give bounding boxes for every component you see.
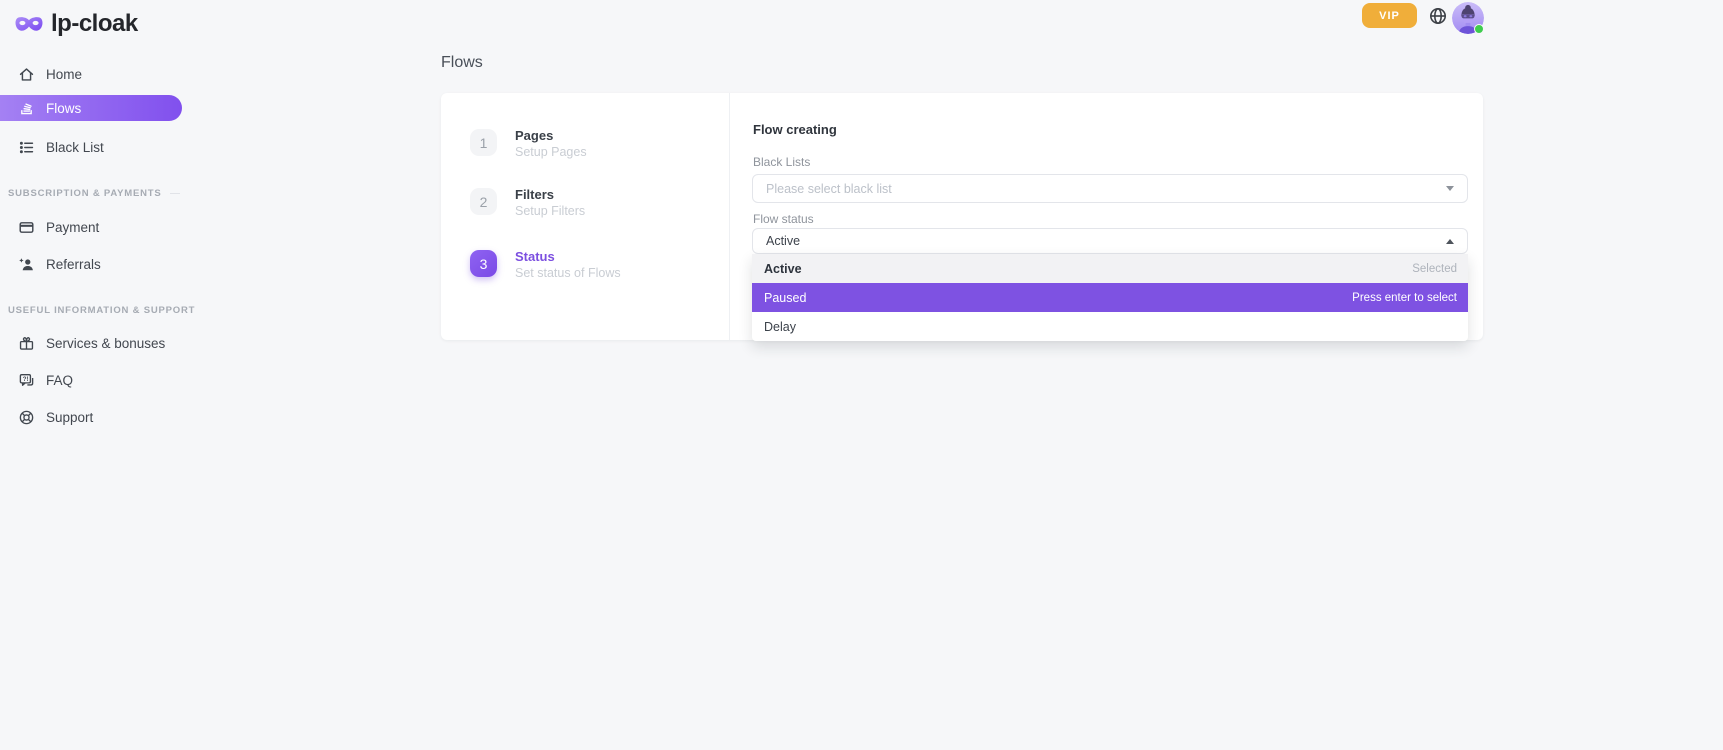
wizard-step-status[interactable]: 3 Status Set status of Flows (470, 250, 621, 280)
option-hint: Selected (1412, 263, 1457, 275)
black-lists-label: Black Lists (753, 155, 810, 169)
card-divider (729, 93, 730, 340)
svg-text:?!: ?! (23, 376, 29, 383)
sidebar-item-label: Referrals (46, 257, 101, 272)
vip-button[interactable]: VIP (1362, 3, 1417, 28)
option-label: Paused (764, 291, 1352, 305)
section-title: USEFUL INFORMATION & SUPPORT (8, 305, 195, 316)
home-icon (18, 66, 35, 83)
option-label: Delay (764, 320, 1457, 334)
option-delay[interactable]: Delay (752, 312, 1468, 341)
section-title: SUBSCRIPTION & PAYMENTS (8, 188, 162, 199)
step-title: Status (515, 249, 621, 264)
flow-status-select[interactable]: Active (752, 228, 1468, 254)
step-title: Pages (515, 128, 587, 143)
page-title: Flows (441, 54, 483, 72)
wizard-step-pages[interactable]: 1 Pages Setup Pages (470, 129, 587, 159)
sidebar-item-label: Payment (46, 220, 99, 235)
flow-status-value: Active (766, 234, 1446, 248)
gift-icon (18, 335, 35, 352)
flow-wizard-card: 1 Pages Setup Pages 2 Filters Setup Filt… (441, 93, 1483, 340)
sidebar-item-black-list[interactable]: Black List (0, 134, 200, 160)
sidebar-section-support: USEFUL INFORMATION & SUPPORT (8, 303, 180, 317)
lifebuoy-icon (18, 409, 35, 426)
step-number: 1 (470, 129, 497, 156)
sidebar-item-label: Black List (46, 140, 104, 155)
form-title: Flow creating (753, 122, 837, 137)
step-number: 3 (470, 250, 497, 277)
step-subtitle: Setup Pages (515, 145, 587, 159)
faq-icon: ?! (18, 372, 35, 389)
sidebar-item-services[interactable]: Services & bonuses (0, 330, 200, 356)
sidebar-item-label: Services & bonuses (46, 336, 165, 351)
flows-icon (18, 100, 35, 117)
mask-logo-icon (15, 16, 43, 33)
sidebar-item-label: Home (46, 67, 82, 82)
step-title: Filters (515, 187, 585, 202)
sidebar-item-flows[interactable]: Flows (0, 95, 182, 121)
step-subtitle: Setup Filters (515, 204, 585, 218)
sidebar-item-home[interactable]: Home (0, 61, 200, 87)
language-globe-icon[interactable] (1429, 7, 1447, 25)
black-lists-placeholder: Please select black list (766, 182, 1446, 196)
chevron-up-icon (1446, 239, 1454, 244)
step-number: 2 (470, 188, 497, 215)
black-list-icon (18, 139, 35, 156)
flow-status-dropdown: Active Selected Paused Press enter to se… (752, 254, 1468, 341)
sidebar-item-support[interactable]: Support (0, 404, 200, 430)
brand-logo[interactable]: lp-cloak (15, 10, 138, 38)
option-paused[interactable]: Paused Press enter to select (752, 283, 1468, 312)
payment-icon (18, 219, 35, 236)
flow-status-label: Flow status (753, 212, 814, 226)
sidebar-item-label: Flows (46, 101, 81, 116)
black-lists-select[interactable]: Please select black list (752, 174, 1468, 203)
sidebar-section-subscription: SUBSCRIPTION & PAYMENTS (8, 186, 180, 200)
chevron-down-icon (1446, 186, 1454, 191)
option-hint: Press enter to select (1352, 292, 1457, 304)
wizard-step-filters[interactable]: 2 Filters Setup Filters (470, 188, 585, 218)
sidebar-item-payment[interactable]: Payment (0, 214, 200, 240)
referrals-icon (18, 256, 35, 273)
section-divider-line (170, 193, 180, 194)
step-subtitle: Set status of Flows (515, 266, 621, 280)
sidebar-item-label: FAQ (46, 373, 73, 388)
sidebar-item-label: Support (46, 410, 93, 425)
sidebar-item-referrals[interactable]: Referrals (0, 251, 200, 277)
option-label: Active (764, 262, 1412, 276)
option-active[interactable]: Active Selected (752, 254, 1468, 283)
sidebar-item-faq[interactable]: ?! FAQ (0, 367, 200, 393)
brand-name: lp-cloak (51, 10, 138, 38)
online-status-dot (1474, 24, 1484, 34)
